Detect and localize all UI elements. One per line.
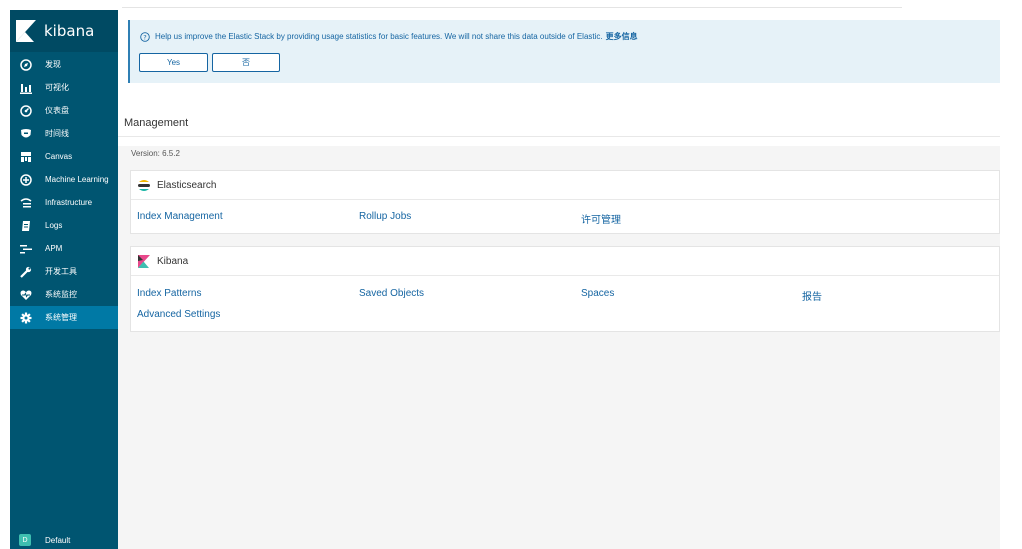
bar-chart-icon <box>19 81 33 95</box>
sidebar-item-label: Logs <box>45 221 63 230</box>
kibana-title: Kibana <box>157 255 189 267</box>
title-divider <box>118 136 1000 137</box>
sidebar-item-timelion[interactable]: 时间线 <box>10 122 118 145</box>
main-content: ? Help us improve the Elastic Stack by p… <box>118 10 1000 549</box>
space-avatar: D <box>19 534 31 546</box>
dashboard-icon <box>19 104 33 118</box>
shield-icon <box>19 127 33 141</box>
sidebar-item-machine-learning[interactable]: Machine Learning <box>10 168 118 191</box>
brand-name: kibana <box>44 22 95 40</box>
kibana-header: Kibana <box>131 247 999 276</box>
sidebar-item-label: 开发工具 <box>45 267 77 276</box>
sidebar-item-apm[interactable]: APM <box>10 237 118 260</box>
index-management-link[interactable]: Index Management <box>137 211 223 222</box>
sidebar-item-label: Canvas <box>45 152 73 161</box>
elasticsearch-title: Elasticsearch <box>157 179 217 191</box>
sidebar-item-management[interactable]: 系统管理 <box>10 306 118 329</box>
reporting-link[interactable]: 报告 <box>802 288 822 303</box>
sidebar-item-label: Machine Learning <box>45 175 109 184</box>
machine-learning-icon <box>19 173 33 187</box>
rollup-jobs-link[interactable]: Rollup Jobs <box>359 211 411 222</box>
sidebar-nav: 发现 可视化 仪表盘 时间线 Canvas Machine Learning I… <box>10 53 118 329</box>
kibana-logo-icon <box>16 20 36 42</box>
sidebar-item-dashboard[interactable]: 仪表盘 <box>10 99 118 122</box>
space-selector[interactable]: D Default <box>10 531 118 549</box>
sidebar-item-visualize[interactable]: 可视化 <box>10 76 118 99</box>
gear-icon <box>19 311 33 325</box>
top-divider <box>122 7 902 8</box>
more-info-link[interactable]: 更多信息 <box>606 31 638 42</box>
sidebar-item-monitoring[interactable]: 系统监控 <box>10 283 118 306</box>
logs-icon <box>19 219 33 233</box>
telemetry-banner: ? Help us improve the Elastic Stack by p… <box>128 20 1000 83</box>
sidebar-item-label: 系统管理 <box>45 313 77 322</box>
kibana-panel: Kibana Index Patterns Saved Objects Spac… <box>130 246 1000 332</box>
sidebar-item-label: Infrastructure <box>45 198 93 207</box>
sidebar-item-label: 发现 <box>45 60 61 69</box>
elasticsearch-panel: Elasticsearch Index Management Rollup Jo… <box>130 170 1000 234</box>
sidebar-item-infrastructure[interactable]: Infrastructure <box>10 191 118 214</box>
banner-message: ? Help us improve the Elastic Stack by p… <box>140 31 638 42</box>
sidebar-item-discover[interactable]: 发现 <box>10 53 118 76</box>
advanced-settings-link[interactable]: Advanced Settings <box>137 309 220 320</box>
canvas-icon <box>19 150 33 164</box>
sidebar-item-label: 可视化 <box>45 83 69 92</box>
sidebar-item-dev-tools[interactable]: 开发工具 <box>10 260 118 283</box>
sidebar: kibana 发现 可视化 仪表盘 时间线 Canvas Machine Lea… <box>10 10 118 549</box>
elasticsearch-header: Elasticsearch <box>131 171 999 200</box>
license-management-link[interactable]: 许可管理 <box>581 211 621 226</box>
sidebar-item-label: APM <box>45 244 63 253</box>
sidebar-item-canvas[interactable]: Canvas <box>10 145 118 168</box>
page-title: Management <box>124 117 189 129</box>
space-label: Default <box>45 535 71 545</box>
saved-objects-link[interactable]: Saved Objects <box>359 288 424 299</box>
index-patterns-link[interactable]: Index Patterns <box>137 288 201 299</box>
spaces-link[interactable]: Spaces <box>581 288 614 299</box>
sidebar-item-logs[interactable]: Logs <box>10 214 118 237</box>
no-button[interactable]: 否 <box>212 53 280 72</box>
kibana-logo[interactable]: kibana <box>10 10 118 52</box>
kibana-icon <box>138 254 150 268</box>
heartbeat-icon <box>19 288 33 302</box>
banner-text: Help us improve the Elastic Stack by pro… <box>155 32 603 41</box>
compass-icon <box>19 58 33 72</box>
sidebar-item-label: 仪表盘 <box>45 106 69 115</box>
infrastructure-icon <box>19 196 33 210</box>
yes-button[interactable]: Yes <box>139 53 208 72</box>
sidebar-item-label: 时间线 <box>45 129 69 138</box>
svg-text:?: ? <box>143 33 146 41</box>
version-label: Version: 6.5.2 <box>131 149 180 158</box>
apm-icon <box>19 242 33 256</box>
help-icon: ? <box>140 31 150 42</box>
wrench-icon <box>19 265 33 279</box>
sidebar-item-label: 系统监控 <box>45 290 77 299</box>
elasticsearch-icon <box>138 179 150 191</box>
